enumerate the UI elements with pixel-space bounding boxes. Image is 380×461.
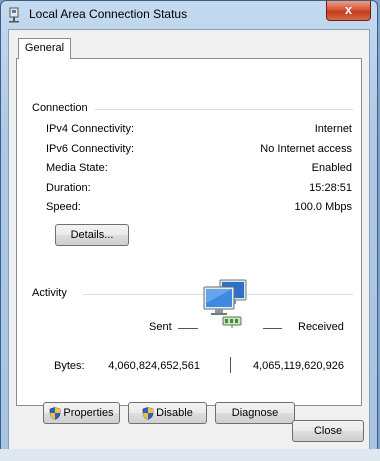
ipv6-row: IPv6 Connectivity: No Internet access: [46, 143, 352, 157]
close-button[interactable]: Close: [292, 420, 364, 442]
disable-button-label: Disable: [156, 407, 193, 419]
ipv4-label: IPv4 Connectivity:: [46, 123, 135, 135]
uac-shield-icon: [142, 406, 154, 420]
title-bar[interactable]: Local Area Connection Status x: [1, 1, 377, 29]
tab-general[interactable]: General: [18, 38, 71, 59]
ipv6-label: IPv6 Connectivity:: [46, 143, 135, 155]
ipv6-value: No Internet access: [260, 143, 352, 155]
sent-label: Sent: [149, 321, 172, 333]
bytes-sent-value: 4,060,824,652,561: [108, 360, 200, 372]
media-state-value: Enabled: [311, 162, 352, 174]
speed-row: Speed: 100.0 Mbps: [46, 201, 352, 215]
speed-label: Speed:: [46, 201, 81, 213]
general-tab-panel: Connection IPv4 Connectivity: Internet I…: [16, 58, 362, 424]
title-close-button[interactable]: x: [326, 1, 371, 21]
details-button[interactable]: Details...: [55, 224, 129, 246]
media-state-label: Media State:: [46, 162, 108, 174]
network-adapter-icon: [9, 7, 19, 23]
bytes-label: Bytes:: [54, 360, 85, 372]
dialog-client-area: General Connection IPv4 Connectivity: In…: [8, 29, 370, 450]
connection-group-label: Connection: [32, 102, 88, 114]
network-computers-icon: [203, 279, 247, 328]
uac-shield-icon: [50, 406, 61, 420]
media-state-row: Media State: Enabled: [46, 162, 352, 176]
duration-row: Duration: 15:28:51: [46, 182, 352, 196]
received-label: Received: [298, 321, 344, 333]
speed-value: 100.0 Mbps: [294, 201, 352, 213]
diagnose-button[interactable]: Diagnose: [215, 402, 295, 424]
bytes-received-value: 4,065,119,620,926: [253, 360, 344, 372]
ipv4-value: Internet: [314, 123, 352, 135]
properties-button-label: Properties: [63, 407, 114, 419]
disable-button[interactable]: Disable: [128, 402, 207, 424]
duration-value: 15:28:51: [309, 182, 352, 194]
properties-button[interactable]: Properties: [43, 402, 120, 424]
activity-separator: [230, 357, 231, 373]
window-title: Local Area Connection Status: [29, 7, 188, 21]
status-dialog-window: Local Area Connection Status x General C…: [0, 0, 378, 457]
ipv4-row: IPv4 Connectivity: Internet: [46, 123, 352, 137]
duration-label: Duration:: [46, 182, 91, 194]
background-taskbar-strip: [0, 449, 380, 461]
activity-group-label: Activity: [32, 287, 67, 299]
sent-tick: [178, 328, 198, 329]
received-tick: [263, 328, 282, 329]
connection-group-divider: [95, 109, 353, 110]
